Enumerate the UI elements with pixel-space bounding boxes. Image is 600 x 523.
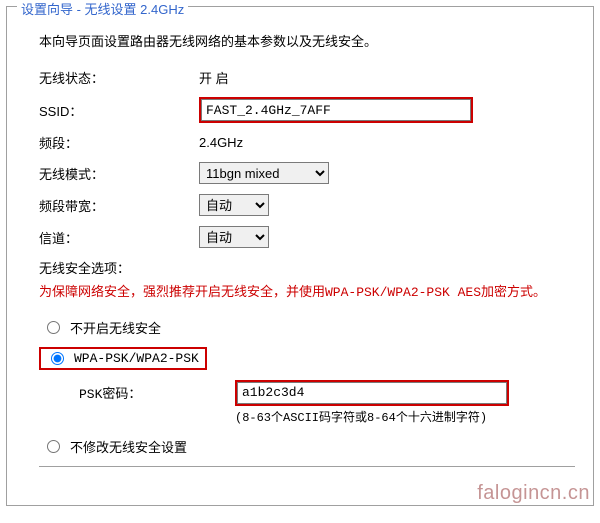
channel-select[interactable]: 自动 [199, 226, 269, 248]
row-bandwidth: 频段带宽： 自动 [39, 194, 575, 216]
psk-hint: (8-63个ASCII码字符或8-64个十六进制字符) [235, 408, 575, 425]
wpa-highlight: WPA-PSK/WPA2-PSK [39, 347, 207, 370]
bandwidth-label: 频段带宽： [39, 196, 199, 215]
panel-title: 设置向导 - 无线设置 2.4GHz [17, 0, 188, 18]
row-mode: 无线模式： 11bgn mixed [39, 162, 575, 184]
divider [39, 466, 575, 467]
mode-select[interactable]: 11bgn mixed [199, 162, 329, 184]
security-heading: 无线安全选项： [39, 258, 575, 277]
wizard-panel: 设置向导 - 无线设置 2.4GHz 本向导页面设置路由器无线网络的基本参数以及… [6, 6, 594, 506]
band-value: 2.4GHz [199, 135, 243, 150]
row-status: 无线状态： 开 启 [39, 68, 575, 87]
security-warning: 为保障网络安全，强烈推荐开启无线安全，并使用WPA-PSK/WPA2-PSK A… [39, 283, 575, 304]
radio-row-unchanged: 不修改无线安全设置 [39, 437, 575, 456]
radio-row-wpa: WPA-PSK/WPA2-PSK [39, 347, 575, 370]
row-psk: PSK密码： [79, 380, 575, 406]
band-label: 频段： [39, 133, 199, 152]
ssid-input[interactable] [201, 99, 471, 121]
row-band: 频段： 2.4GHz [39, 133, 575, 152]
psk-label: PSK密码： [79, 383, 235, 402]
radio-wpa-label: WPA-PSK/WPA2-PSK [74, 351, 199, 366]
status-label: 无线状态： [39, 68, 199, 87]
radio-wpa[interactable] [51, 352, 64, 365]
status-value: 开 启 [199, 68, 229, 87]
psk-input[interactable] [237, 382, 507, 404]
watermark: falogincn.cn [477, 482, 590, 505]
panel-description: 本向导页面设置路由器无线网络的基本参数以及无线安全。 [39, 31, 575, 50]
row-ssid: SSID： [39, 97, 575, 123]
bandwidth-select[interactable]: 自动 [199, 194, 269, 216]
ssid-highlight [199, 97, 473, 123]
ssid-label: SSID： [39, 101, 199, 120]
panel-content: 本向导页面设置路由器无线网络的基本参数以及无线安全。 无线状态： 开 启 SSI… [7, 7, 593, 479]
radio-row-none: 不开启无线安全 [39, 318, 575, 337]
radio-unchanged[interactable] [47, 440, 60, 453]
psk-highlight [235, 380, 509, 406]
channel-label: 信道： [39, 228, 199, 247]
mode-label: 无线模式： [39, 164, 199, 183]
radio-unchanged-label: 不修改无线安全设置 [70, 437, 187, 456]
radio-none-label: 不开启无线安全 [70, 318, 161, 337]
radio-none[interactable] [47, 321, 60, 334]
row-channel: 信道： 自动 [39, 226, 575, 248]
